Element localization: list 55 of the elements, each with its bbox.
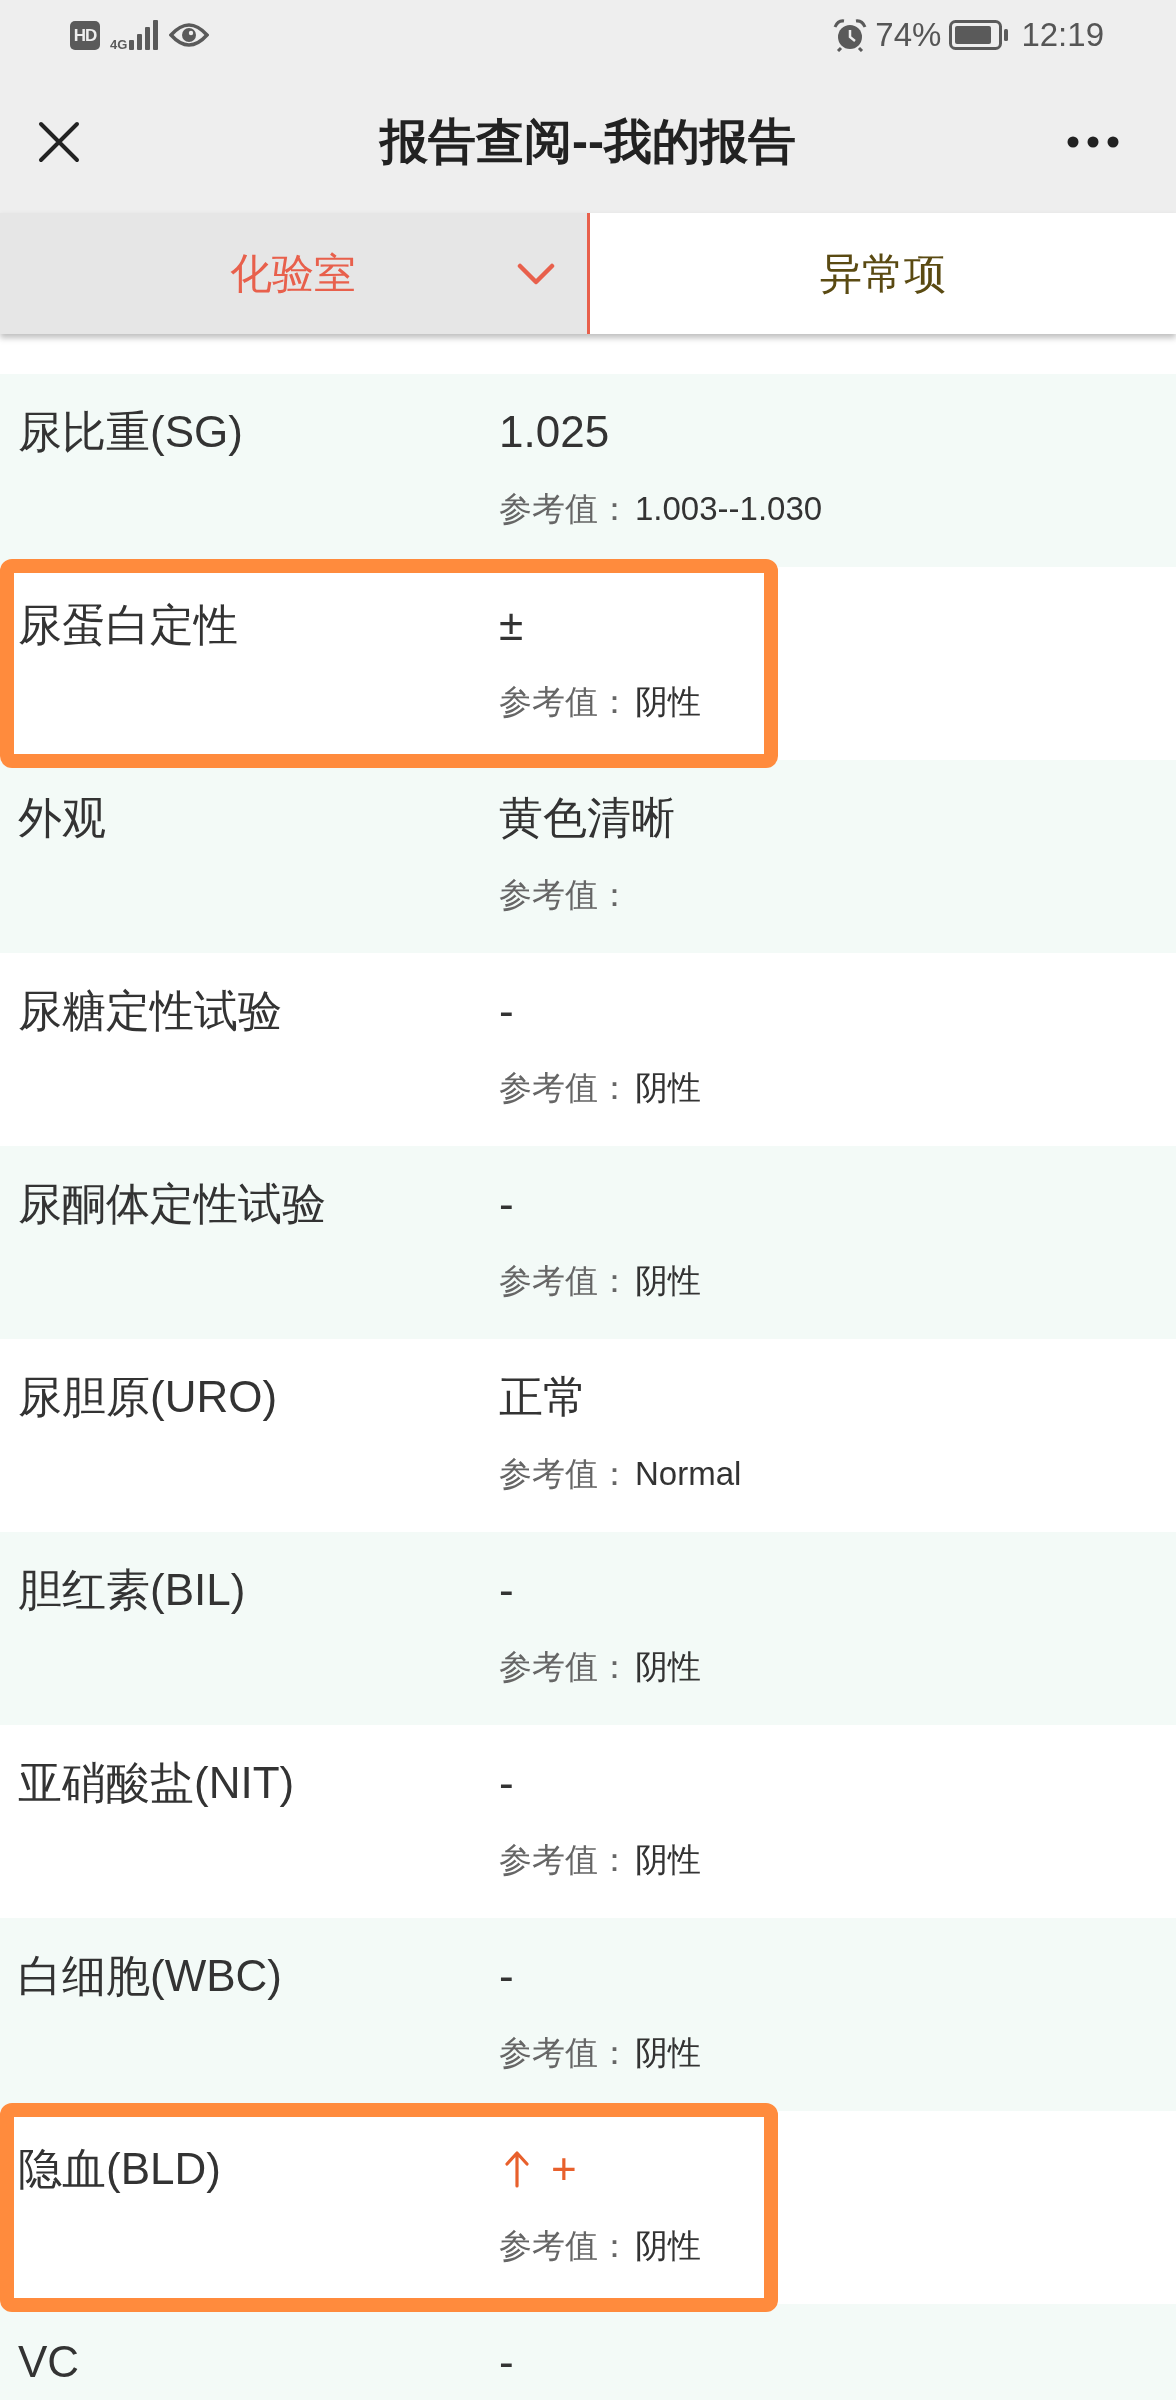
reference-value: 阴性 bbox=[635, 2033, 701, 2073]
page-title: 报告查阅--我的报告 bbox=[380, 113, 796, 170]
result-value: - bbox=[499, 1757, 514, 1809]
result-value: + bbox=[551, 2143, 577, 2195]
reference-label: 参考值： bbox=[499, 875, 631, 915]
reference-value: 阴性 bbox=[635, 682, 701, 722]
reference-value: 1.003--1.030 bbox=[635, 489, 823, 529]
test-name: 尿糖定性试验 bbox=[18, 985, 283, 1037]
reference-value: 阴性 bbox=[635, 1840, 701, 1880]
battery-percent: 74% bbox=[875, 15, 942, 55]
reference-label: 参考值： bbox=[499, 1261, 631, 1301]
result-value: ± bbox=[499, 599, 524, 651]
result-value: - bbox=[499, 1178, 514, 1230]
network-badge: HD bbox=[70, 20, 100, 50]
reference-label: 参考值： bbox=[499, 489, 631, 529]
reference-label: 参考值： bbox=[499, 1840, 631, 1880]
reference-label: 参考值： bbox=[499, 1454, 631, 1494]
test-name: 白细胞(WBC) bbox=[18, 1950, 283, 2002]
close-button[interactable] bbox=[38, 120, 80, 163]
clock-time: 12:19 bbox=[1021, 15, 1104, 55]
more-icon bbox=[1067, 135, 1119, 148]
test-name: 隐血(BLD) bbox=[18, 2143, 222, 2195]
result-value: 黄色清晰 bbox=[499, 792, 675, 844]
test-name: 尿蛋白定性 bbox=[18, 599, 239, 651]
more-button[interactable] bbox=[1067, 135, 1119, 148]
test-name: 尿酮体定性试验 bbox=[18, 1178, 327, 1230]
reference-value: 阴性 bbox=[635, 2226, 701, 2266]
reference-label: 参考值： bbox=[499, 1647, 631, 1687]
reference-label: 参考值： bbox=[499, 2033, 631, 2073]
test-name: 亚硝酸盐(NIT) bbox=[18, 1757, 296, 1809]
result-value: 1.025 bbox=[499, 406, 610, 458]
reference-value: 阴性 bbox=[635, 1261, 701, 1301]
close-icon bbox=[38, 120, 80, 163]
test-name: 外观 bbox=[18, 792, 107, 844]
result-value: - bbox=[499, 1564, 514, 1616]
reference-label: 参考值： bbox=[499, 682, 631, 722]
test-name: 尿胆原(URO) bbox=[18, 1371, 279, 1423]
test-name: 尿比重(SG) bbox=[18, 406, 244, 458]
result-value: - bbox=[499, 985, 514, 1037]
result-value: - bbox=[499, 2336, 514, 2388]
eye-icon bbox=[169, 21, 210, 49]
reference-value: Normal bbox=[635, 1454, 742, 1494]
reference-label: 参考值： bbox=[499, 2226, 631, 2266]
test-name: VC bbox=[18, 2336, 81, 2388]
reference-label: 参考值： bbox=[499, 1068, 631, 1108]
result-value: 正常 bbox=[499, 1371, 587, 1423]
network-type-label: 4G bbox=[110, 38, 128, 52]
result-value: - bbox=[499, 1950, 514, 2002]
battery-icon bbox=[949, 20, 1010, 50]
reference-value: 阴性 bbox=[635, 1068, 701, 1108]
alarm-clock-icon bbox=[833, 18, 868, 52]
reference-value: 阴性 bbox=[635, 1647, 701, 1687]
tab[interactable]: 异常项 bbox=[589, 213, 1176, 334]
test-name: 胆红素(BIL) bbox=[18, 1564, 247, 1616]
signal-icon bbox=[127, 20, 160, 50]
